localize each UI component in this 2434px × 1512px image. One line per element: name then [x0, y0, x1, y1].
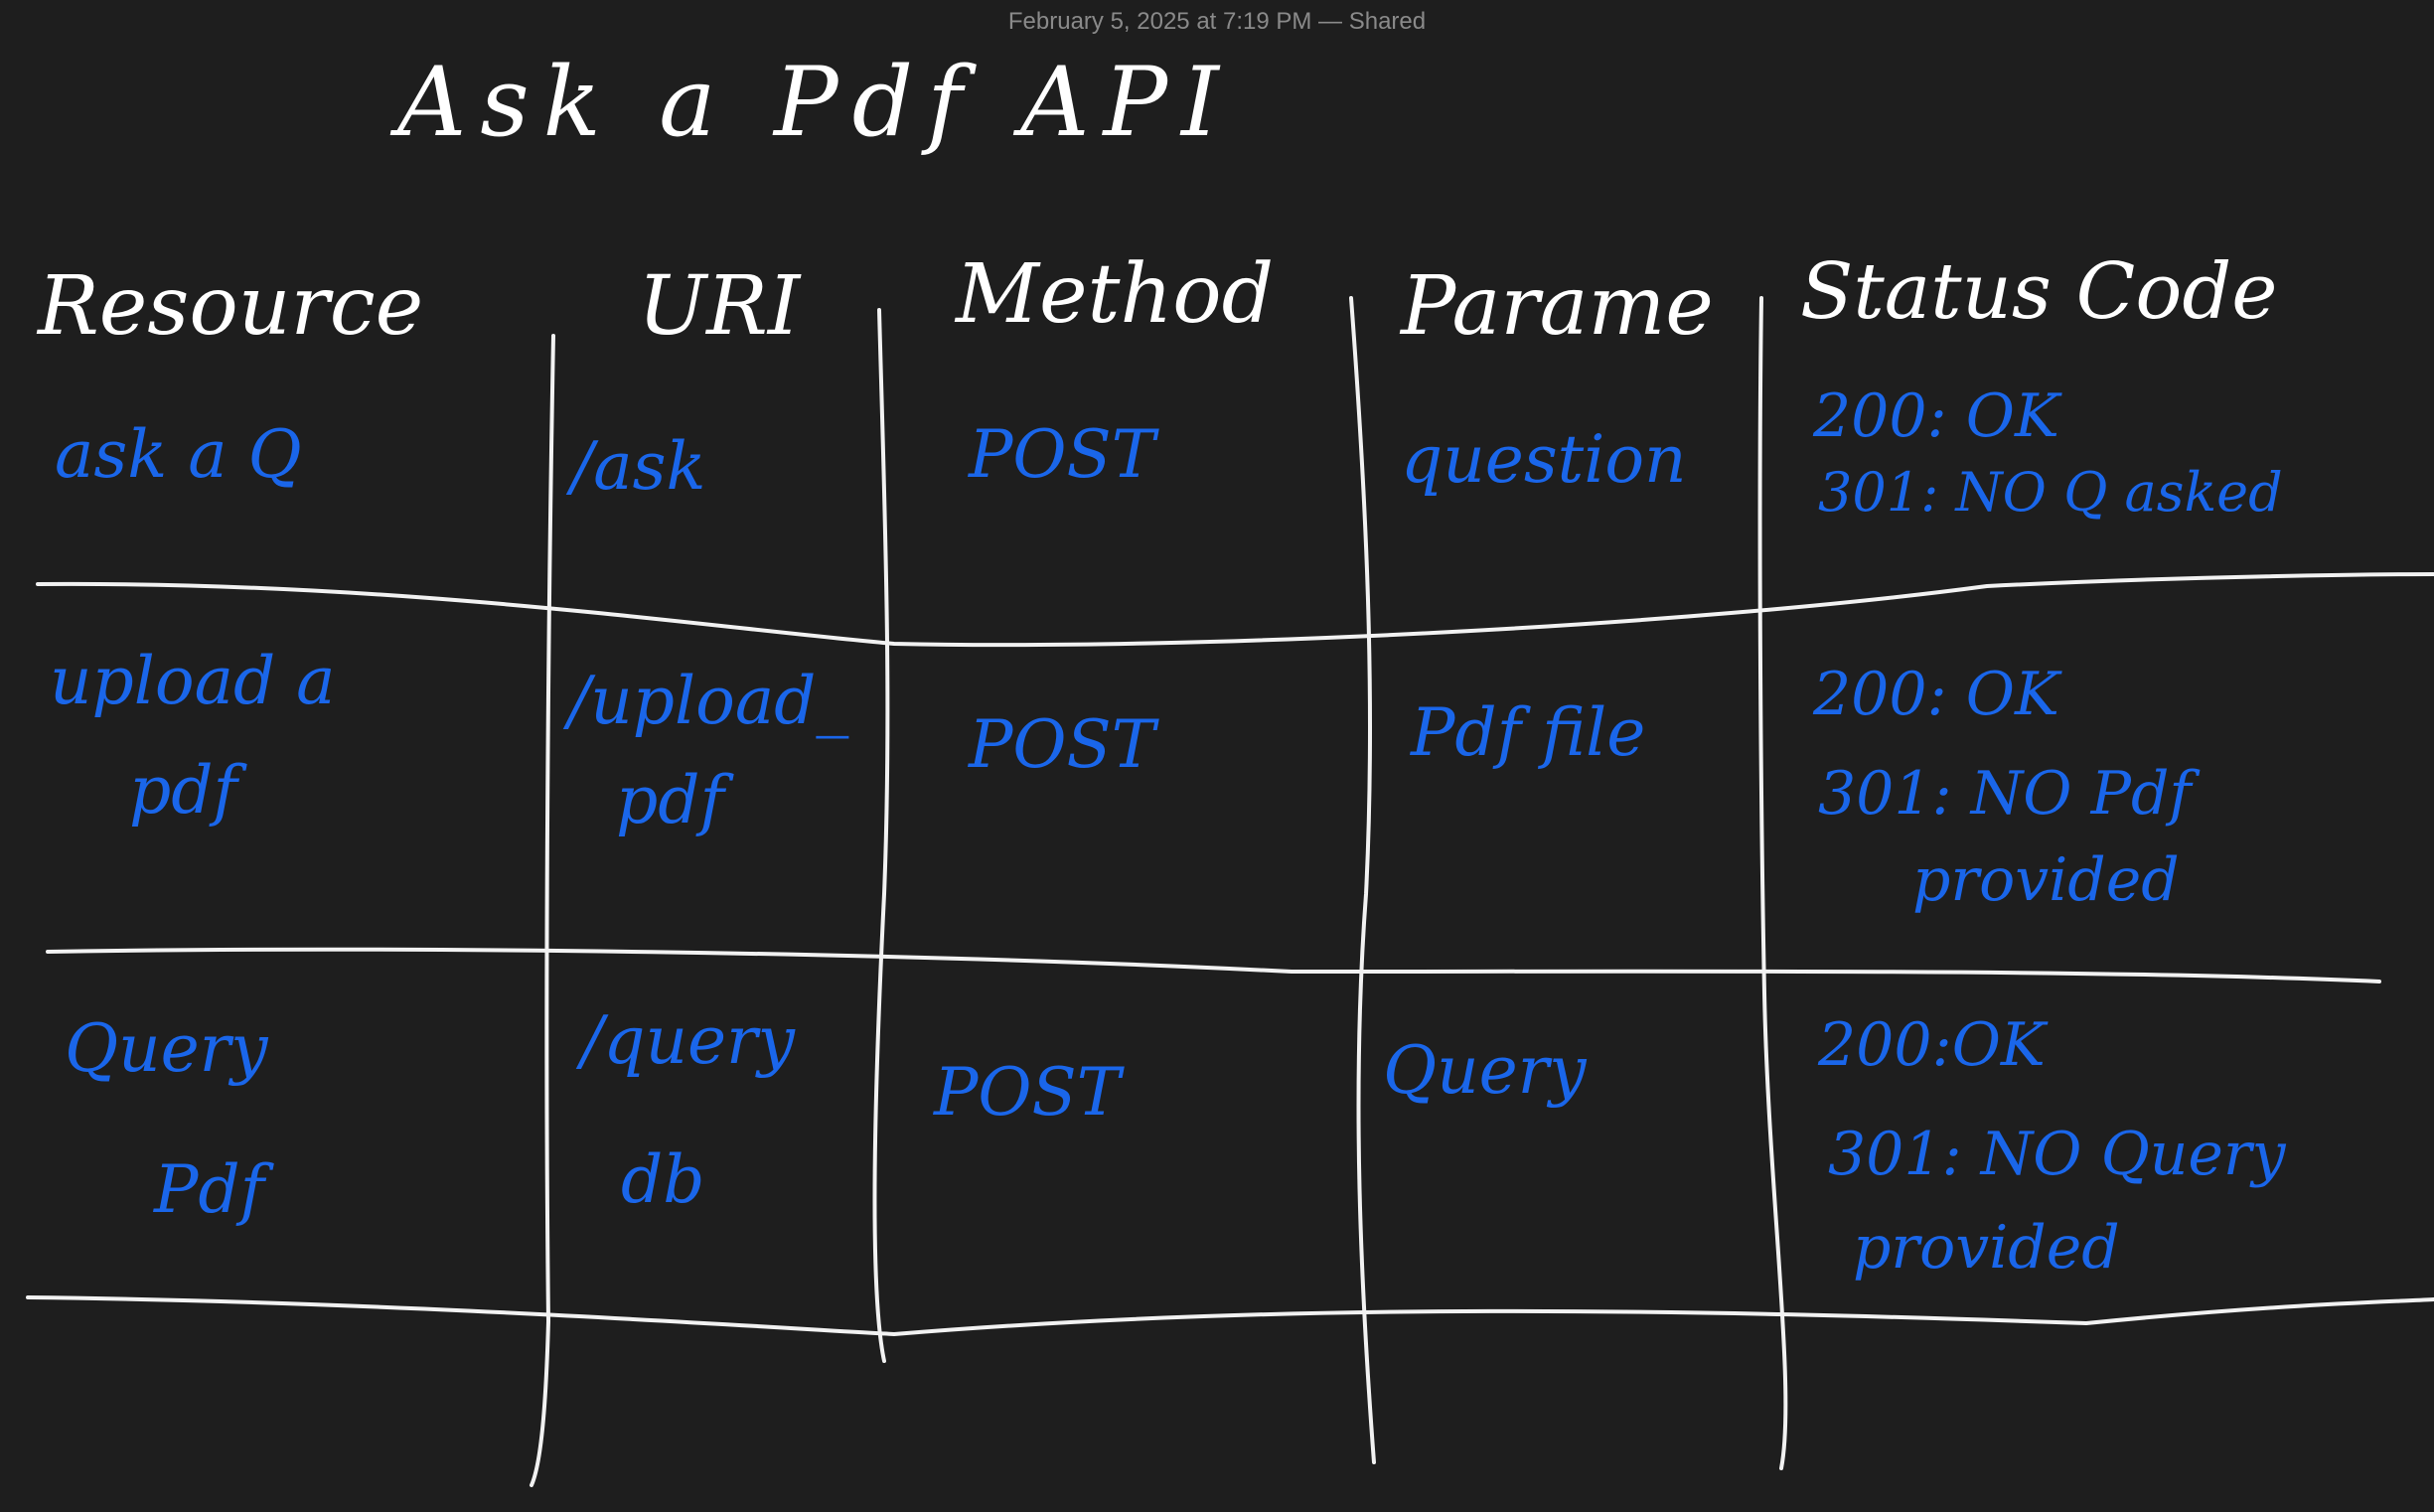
row3-status-line2: 301: NO Query [1828, 1120, 2286, 1189]
row2-resource-line2: pdf [129, 752, 237, 829]
row3-method: POST [934, 1054, 1121, 1131]
row3-uri-line2: db [621, 1141, 705, 1218]
row1-param: question [1401, 421, 1687, 498]
row1-status-line2: 301: NO Q asked [1818, 461, 2283, 524]
row2-uri-line1: /upload_ [568, 663, 849, 739]
row1-resource: ask a Q [55, 416, 302, 493]
row-divider-3 [26, 1295, 2434, 1337]
row1-method: POST [969, 416, 1155, 493]
row2-status-line1: 200: OK [1813, 660, 2059, 729]
header-uri: URI [638, 259, 801, 354]
header-status-code: Status Code [1800, 247, 2278, 337]
whiteboard-canvas[interactable]: February 5, 2025 at 7:19 PM — Shared Ask… [0, 0, 2434, 1512]
row3-status-line1: 200:OK [1818, 1010, 2046, 1080]
header-params: Parame [1401, 259, 1714, 354]
row2-method: POST [969, 706, 1155, 783]
row3-resource-line1: Query [65, 1010, 268, 1087]
row-divider-1 [36, 572, 2434, 648]
column-divider-3 [1349, 296, 1376, 1464]
row2-status-line3: provided [1912, 845, 2180, 915]
header-method: Method [956, 247, 1275, 342]
row-divider-2 [46, 947, 2381, 983]
header-resource: Resource [38, 259, 424, 354]
row2-resource-line1: upload a [50, 643, 336, 719]
row3-param: Query [1383, 1032, 1587, 1109]
row2-param: Pdf file [1411, 694, 1646, 771]
row2-status-line2: 301: NO Pdf [1818, 759, 2192, 829]
row3-resource-line2: Pdf [154, 1151, 265, 1228]
column-divider-2 [872, 308, 890, 1363]
table-grid-lines [26, 296, 2434, 1487]
row3-status-line3: provided [1853, 1213, 2120, 1283]
row2-uri-line2: pdf [616, 762, 724, 838]
row1-uri: /ask [571, 428, 706, 505]
column-divider-4 [1757, 296, 1788, 1470]
row3-uri-line1: /query [581, 1002, 795, 1079]
row1-status-line1: 200: OK [1813, 381, 2059, 451]
